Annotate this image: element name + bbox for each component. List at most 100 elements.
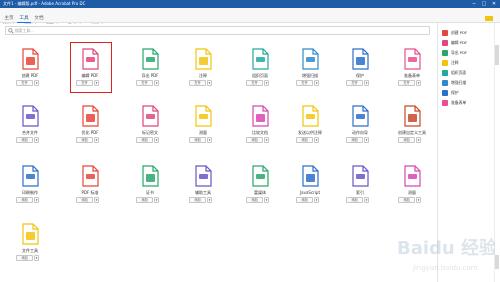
ruler-icon[interactable] bbox=[400, 164, 424, 188]
tool-label[interactable]: 索引 bbox=[332, 190, 388, 195]
tool-card[interactable]: 增强扫描 打开 ▾ bbox=[290, 47, 330, 103]
tool-card[interactable]: PDF 标准 添加 ▾ bbox=[70, 164, 110, 220]
tool-action-button[interactable]: 添加 bbox=[398, 137, 415, 143]
tool-action-button[interactable]: 打开 bbox=[189, 80, 206, 86]
tool-label[interactable]: 注释 bbox=[175, 73, 231, 78]
tool-card[interactable]: 准备表单 打开 ▾ bbox=[392, 47, 432, 103]
right-panel-item[interactable]: 创建 PDF bbox=[442, 29, 492, 37]
right-panel-item[interactable]: 增强扫描 bbox=[442, 79, 492, 87]
chevron-down-icon[interactable]: ▾ bbox=[314, 197, 319, 203]
tool-card[interactable]: 印刷制作 添加 ▾ bbox=[10, 164, 50, 220]
tool-label[interactable]: PDF 标准 bbox=[62, 190, 118, 195]
accessibility-icon[interactable] bbox=[191, 164, 215, 188]
tool-label[interactable]: 比较文档 bbox=[232, 130, 288, 135]
certificates-icon[interactable] bbox=[138, 164, 162, 188]
chevron-down-icon[interactable]: ▾ bbox=[34, 197, 39, 203]
tool-card[interactable]: 注释 打开 ▾ bbox=[183, 47, 223, 103]
tool-action-button[interactable]: 添加 bbox=[136, 137, 153, 143]
file-tools-icon[interactable] bbox=[18, 222, 42, 246]
tool-label[interactable]: JavaScript bbox=[282, 190, 338, 195]
tool-label[interactable]: 增强扫描 bbox=[282, 73, 338, 78]
tool-action-button[interactable]: 添加 bbox=[296, 197, 313, 203]
tool-label[interactable]: 发送以供注释 bbox=[282, 130, 338, 135]
sign-in-badge[interactable] bbox=[485, 16, 493, 21]
close-button[interactable]: ✕ bbox=[490, 0, 498, 8]
javascript-icon[interactable] bbox=[298, 164, 322, 188]
tool-card[interactable]: 标记密文 添加 ▾ bbox=[130, 104, 170, 160]
tool-card[interactable]: 测量 添加 ▾ bbox=[183, 104, 223, 160]
chevron-down-icon[interactable]: ▾ bbox=[207, 137, 212, 143]
chevron-down-icon[interactable]: ▾ bbox=[416, 80, 421, 86]
tool-label[interactable]: 优化 PDF bbox=[62, 130, 118, 135]
tool-card[interactable]: 优化 PDF 添加 ▾ bbox=[70, 104, 110, 160]
tool-card[interactable]: 动作向导 添加 ▾ bbox=[340, 104, 380, 160]
index-icon[interactable] bbox=[348, 164, 372, 188]
tool-card[interactable]: 比较文档 添加 ▾ bbox=[240, 104, 280, 160]
tool-label[interactable]: 印刷制作 bbox=[2, 190, 58, 195]
tool-label[interactable]: 保护 bbox=[332, 73, 388, 78]
export-pdf-icon[interactable] bbox=[138, 47, 162, 71]
tool-card[interactable]: 组织页面 打开 ▾ bbox=[240, 47, 280, 103]
chevron-down-icon[interactable]: ▾ bbox=[34, 255, 39, 261]
tool-label[interactable]: 测量 bbox=[175, 130, 231, 135]
right-panel-item[interactable]: 准备表单 bbox=[442, 99, 492, 107]
tool-card[interactable]: 创建自定义工具 添加 ▾ bbox=[392, 104, 432, 160]
tool-label[interactable]: 创建自定义工具 bbox=[384, 130, 440, 135]
optimize-pdf-icon[interactable] bbox=[78, 104, 102, 128]
tool-action-button[interactable]: 添加 bbox=[246, 197, 263, 203]
tool-card[interactable]: 发送以供注释 添加 ▾ bbox=[290, 104, 330, 160]
tool-label[interactable]: 创建 PDF bbox=[2, 73, 58, 78]
tab-document[interactable]: 文档 bbox=[32, 14, 46, 23]
chevron-down-icon[interactable]: ▾ bbox=[94, 137, 99, 143]
tool-action-button[interactable]: 添加 bbox=[76, 197, 93, 203]
minimize-button[interactable]: ─ bbox=[470, 0, 478, 8]
tool-card[interactable]: 富媒体 添加 ▾ bbox=[240, 164, 280, 220]
tool-action-button[interactable]: 添加 bbox=[398, 197, 415, 203]
right-panel-item[interactable]: 组织页面 bbox=[442, 69, 492, 77]
tool-action-button[interactable]: 添加 bbox=[16, 255, 33, 261]
tool-label[interactable]: 测量 bbox=[384, 190, 440, 195]
chevron-down-icon[interactable]: ▾ bbox=[314, 80, 319, 86]
tool-action-button[interactable]: 添加 bbox=[189, 197, 206, 203]
tool-action-button[interactable]: 添加 bbox=[246, 137, 263, 143]
tool-action-button[interactable]: 添加 bbox=[136, 197, 153, 203]
custom-tool-icon[interactable] bbox=[400, 104, 424, 128]
tool-label[interactable]: 证书 bbox=[122, 190, 178, 195]
tool-action-button[interactable]: 打开 bbox=[346, 80, 363, 86]
chevron-down-icon[interactable]: ▾ bbox=[264, 137, 269, 143]
right-panel-item[interactable]: 注释 bbox=[442, 59, 492, 67]
protect-icon[interactable] bbox=[348, 47, 372, 71]
chevron-down-icon[interactable]: ▾ bbox=[34, 80, 39, 86]
tool-card[interactable]: 证书 添加 ▾ bbox=[130, 164, 170, 220]
chevron-down-icon[interactable]: ▾ bbox=[154, 137, 159, 143]
tool-action-button[interactable]: 添加 bbox=[296, 137, 313, 143]
tool-action-button[interactable]: 添加 bbox=[346, 197, 363, 203]
right-panel-item[interactable]: 编辑 PDF bbox=[442, 39, 492, 47]
compare-files-icon[interactable] bbox=[248, 104, 272, 128]
tool-action-button[interactable]: 打开 bbox=[136, 80, 153, 86]
tab-home[interactable]: 主页 bbox=[2, 14, 16, 23]
tool-label[interactable]: 组织页面 bbox=[232, 73, 288, 78]
chevron-down-icon[interactable]: ▾ bbox=[207, 197, 212, 203]
scrollbar-thumb-lower[interactable] bbox=[495, 255, 499, 269]
right-panel-item[interactable]: 保护 bbox=[442, 89, 492, 97]
tool-card[interactable]: 保护 打开 ▾ bbox=[340, 47, 380, 103]
action-wizard-icon[interactable] bbox=[348, 104, 372, 128]
tool-label[interactable]: 导出 PDF bbox=[122, 73, 178, 78]
print-production-icon[interactable] bbox=[18, 164, 42, 188]
chevron-down-icon[interactable]: ▾ bbox=[154, 80, 159, 86]
tool-card[interactable]: 文件工具 添加 ▾ bbox=[10, 222, 50, 278]
tool-action-button[interactable]: 打开 bbox=[16, 80, 33, 86]
tool-action-button[interactable]: 添加 bbox=[16, 197, 33, 203]
redact-icon[interactable] bbox=[138, 104, 162, 128]
tool-action-button[interactable]: 打开 bbox=[246, 80, 263, 86]
chevron-down-icon[interactable]: ▾ bbox=[34, 137, 39, 143]
chevron-down-icon[interactable]: ▾ bbox=[314, 137, 319, 143]
chevron-down-icon[interactable]: ▾ bbox=[364, 137, 369, 143]
comment-icon[interactable] bbox=[191, 47, 215, 71]
tool-label[interactable]: 富媒体 bbox=[232, 190, 288, 195]
tool-label[interactable]: 辅助工具 bbox=[175, 190, 231, 195]
tool-card[interactable]: 索引 添加 ▾ bbox=[340, 164, 380, 220]
tool-action-button[interactable]: 添加 bbox=[189, 137, 206, 143]
chevron-down-icon[interactable]: ▾ bbox=[94, 197, 99, 203]
